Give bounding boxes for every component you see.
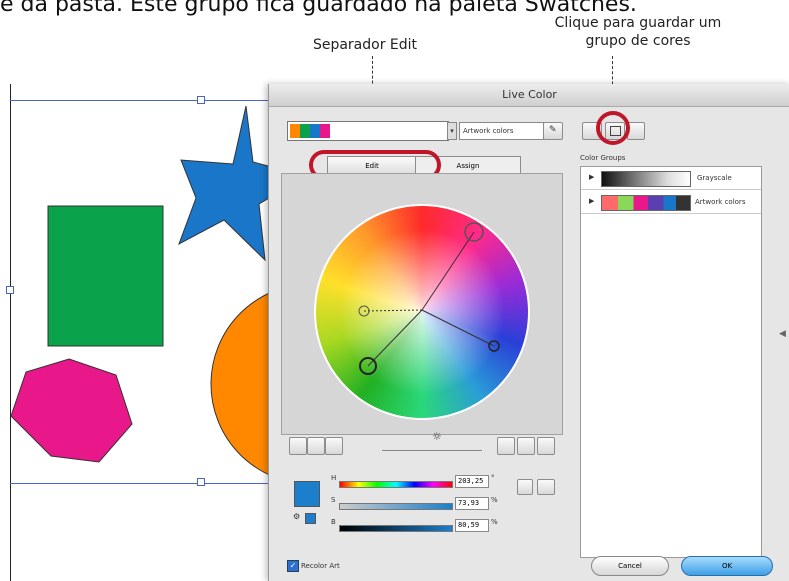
caption-text: e da pasta. Este grupo fica guardado na … [0,0,637,17]
selection-handle-top[interactable] [197,96,205,104]
recolor-art-label: Recolor Art [301,562,340,570]
hue-value-field[interactable]: 203,25 [455,475,489,488]
brightness-value-field[interactable]: 80,59 [455,519,489,532]
expand-triangle-icon[interactable]: ▶ [589,197,594,205]
wheel-markers [358,222,500,375]
segmented-wheel-button[interactable] [307,437,325,455]
swatch-green[interactable] [300,124,310,138]
saturation-percent-label: % [491,496,498,504]
eyedropper-button[interactable]: ✎ [543,122,563,140]
cancel-button[interactable]: Cancel [591,556,669,576]
color-group-name-field[interactable]: Artwork colors [459,122,544,140]
color-wheel-panel [281,173,563,435]
panel-collapse-icon[interactable]: ◀ [779,329,786,339]
swatch-orange[interactable] [290,124,300,138]
ok-button[interactable]: OK [681,556,773,576]
annotation-ring-save [596,111,630,145]
color-group-name: Artwork colors [695,198,746,206]
brightness-label: B [331,518,336,526]
mini-color-swatch [305,513,316,524]
color-group-row[interactable]: ▶ Artwork colors [581,191,761,214]
saturation-value-field[interactable]: 73,93 [455,497,489,510]
color-mode-button[interactable] [537,479,555,495]
artwork-colors-swatch-strip [601,195,691,211]
options-button[interactable] [517,479,533,495]
color-mode-icon[interactable]: ⚙ [293,512,300,521]
hue-label: H [331,474,337,482]
remove-color-tool-button[interactable] [517,437,535,455]
hue-slider[interactable] [339,481,453,488]
color-groups-list: ▶ Grayscale ▶ Artwork colors [580,166,762,558]
color-group-name: Grayscale [697,174,732,182]
swatch-blue[interactable] [310,124,320,138]
saturation-slider[interactable] [339,503,453,510]
live-color-dialog: Live Color ▾ Artwork colors ✎ Edit Assig… [268,84,789,581]
brightness-value-slider[interactable] [339,525,453,532]
eyedropper-icon: ✎ [549,125,557,135]
saturation-label: S [331,496,336,504]
color-group-row[interactable]: ▶ Grayscale [581,167,761,190]
expand-triangle-icon[interactable]: ▶ [589,173,594,181]
color-bars-button[interactable] [325,437,343,455]
brightness-slider[interactable] [382,450,482,451]
dialog-title: Live Color [269,84,789,107]
recolor-art-checkbox[interactable]: ✓ [287,560,299,572]
color-group-dropdown-icon[interactable]: ▾ [447,122,457,140]
link-harmony-button[interactable] [537,437,555,455]
selection-handle-bottom[interactable] [197,478,205,486]
hue-degree-label: ° [491,474,495,482]
active-color-group-strip[interactable] [287,121,449,141]
selection-handle-left[interactable] [6,286,14,294]
annotation-save-group: Clique para guardar um grupo de cores [554,15,722,49]
current-color-swatch[interactable] [294,481,320,507]
grayscale-swatch-strip [601,171,691,187]
add-color-tool-button[interactable] [497,437,515,455]
smooth-wheel-button[interactable] [289,437,307,455]
color-groups-label: Color Groups [580,154,626,162]
annotation-edit-tab: Separador Edit [312,37,418,53]
swatch-pink[interactable] [320,124,330,138]
selection-bounding-box [10,100,310,484]
brightness-percent-label: % [491,518,498,526]
brightness-icon: ☼ [432,430,442,443]
